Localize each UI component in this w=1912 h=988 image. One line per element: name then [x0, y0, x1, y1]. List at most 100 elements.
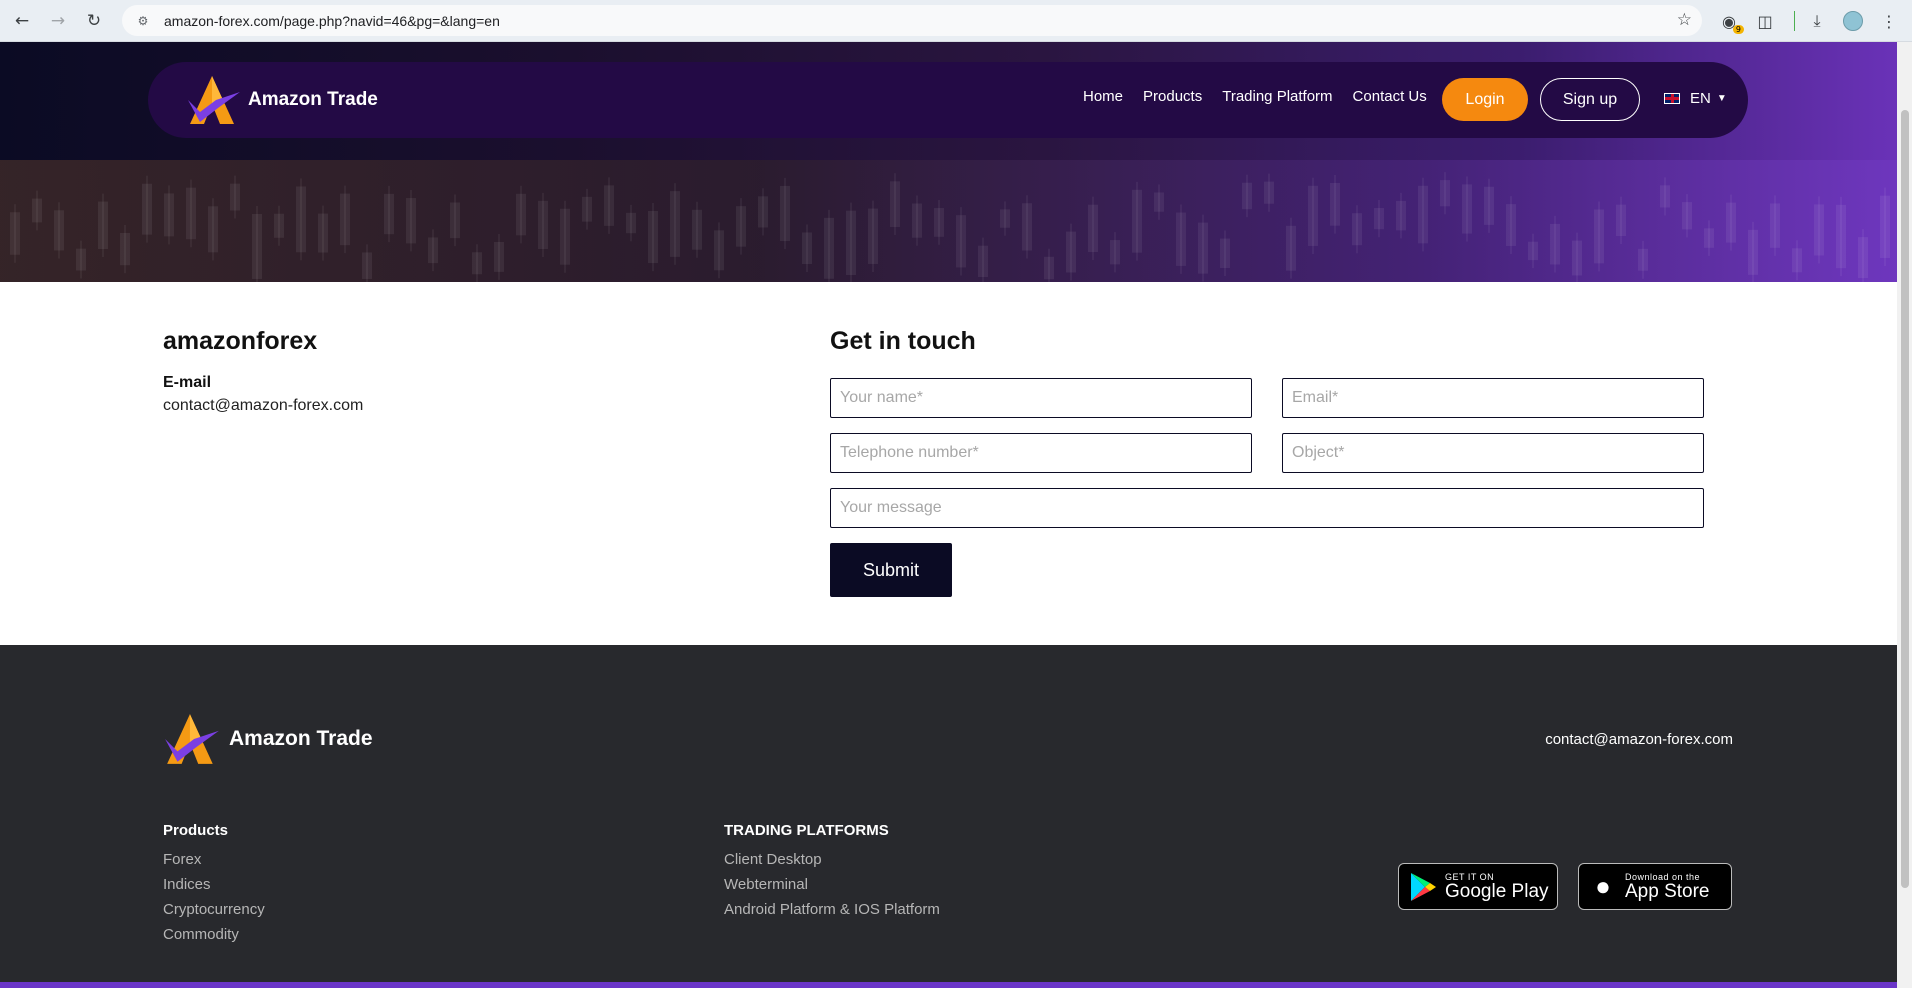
email-input[interactable]: [1282, 378, 1704, 418]
puzzle-extensions-icon[interactable]: ◫: [1752, 8, 1778, 34]
footer-link-cryptocurrency[interactable]: Cryptocurrency: [163, 901, 265, 918]
header-logo[interactable]: Amazon Trade: [186, 74, 378, 126]
logo-icon: [165, 714, 219, 764]
candle-body: [1484, 186, 1494, 225]
footer-link-webterminal[interactable]: Webterminal: [724, 876, 940, 893]
candle-body: [1264, 181, 1274, 204]
address-bar[interactable]: ⚙ amazon-forex.com/page.php?navid=46&pg=…: [122, 5, 1702, 36]
app-store-badge[interactable]: ● Download on the App Store: [1578, 863, 1732, 910]
candle-body: [164, 193, 174, 237]
uk-flag-icon: [1664, 93, 1680, 104]
candle-body: [1418, 185, 1428, 244]
url-text: amazon-forex.com/page.php?navid=46&pg=&l…: [164, 12, 500, 29]
forward-icon[interactable]: →: [44, 7, 72, 35]
profile-avatar[interactable]: [1840, 8, 1866, 34]
telephone-input[interactable]: [830, 433, 1252, 473]
name-input[interactable]: [830, 378, 1252, 418]
footer-link-android-ios[interactable]: Android Platform & IOS Platform: [724, 901, 940, 918]
web-page: Amazon Trade Home Products Trading Platf…: [0, 42, 1897, 988]
candlestick-background: [10, 172, 1890, 282]
scrollbar-thumb[interactable]: [1901, 110, 1909, 888]
bookmark-star-icon[interactable]: ☆: [1677, 10, 1692, 30]
candle-body: [1286, 225, 1296, 271]
candle-body: [230, 183, 240, 211]
candle-body: [10, 212, 20, 255]
candle-body: [1396, 200, 1406, 231]
candle-body: [1066, 231, 1076, 273]
candle-body: [1682, 202, 1692, 230]
nav-trading-platform[interactable]: Trading Platform: [1222, 88, 1332, 105]
candle-body: [1022, 203, 1032, 251]
candle-body: [582, 196, 592, 222]
candle-body: [802, 232, 812, 265]
candle-body: [1088, 204, 1098, 253]
footer-link-indices[interactable]: Indices: [163, 876, 265, 893]
signup-button[interactable]: Sign up: [1540, 78, 1640, 121]
candle-body: [54, 210, 64, 251]
candle-body: [1880, 195, 1890, 258]
footer-link-commodity[interactable]: Commodity: [163, 926, 265, 943]
candle-body: [450, 202, 460, 239]
candle-body: [296, 186, 306, 253]
toolbar-divider: [1794, 11, 1795, 31]
platforms-heading: TRADING PLATFORMS: [724, 822, 889, 839]
candle-body: [868, 208, 878, 264]
candle-body: [1550, 223, 1560, 265]
candle-body: [1330, 182, 1340, 226]
google-play-badge[interactable]: GET IT ON Google Play: [1398, 863, 1558, 910]
candle-body: [626, 212, 636, 234]
page-scrollbar[interactable]: [1897, 42, 1912, 988]
candle-body: [1440, 180, 1450, 207]
footer-link-client-desktop[interactable]: Client Desktop: [724, 851, 940, 868]
candle-body: [1748, 229, 1758, 275]
footer-logo[interactable]: Amazon Trade: [163, 711, 373, 767]
candle-body: [340, 193, 350, 246]
footer-link-forex[interactable]: Forex: [163, 851, 265, 868]
candle-body: [934, 208, 944, 237]
candle-body: [32, 198, 42, 223]
language-selector[interactable]: EN ▼: [1664, 90, 1727, 107]
candle-body: [1572, 240, 1582, 276]
login-button[interactable]: Login: [1442, 78, 1528, 121]
candle-body: [1352, 213, 1362, 246]
candle-body: [1374, 208, 1384, 230]
candle-body: [1110, 240, 1120, 265]
candle-body: [1814, 204, 1824, 256]
contact-info: amazonforex E-mail contact@amazon-forex.…: [163, 327, 363, 415]
nav-home[interactable]: Home: [1083, 88, 1123, 105]
language-code: EN: [1690, 90, 1711, 107]
candle-body: [186, 187, 196, 240]
extension-icon[interactable]: ◉ 9: [1716, 8, 1744, 34]
company-name: amazonforex: [163, 327, 318, 355]
candle-body: [1220, 238, 1230, 269]
candle-body: [538, 200, 548, 249]
footer-email[interactable]: contact@amazon-forex.com: [1545, 731, 1733, 748]
candle-body: [1836, 204, 1846, 269]
more-menu-icon[interactable]: ⋮: [1876, 8, 1902, 34]
google-play-big-text: Google Play: [1445, 880, 1549, 902]
nav-products[interactable]: Products: [1143, 88, 1202, 105]
reload-icon[interactable]: ↻: [80, 7, 108, 35]
contact-email[interactable]: contact@amazon-forex.com: [163, 397, 363, 415]
candle-body: [142, 183, 152, 235]
candle-body: [1132, 189, 1142, 253]
candle-body: [846, 210, 856, 276]
candle-body: [714, 230, 724, 271]
caret-down-icon: ▼: [1716, 93, 1727, 104]
download-icon[interactable]: ⤓: [1804, 8, 1830, 34]
candle-body: [494, 241, 504, 272]
candle-body: [1242, 182, 1252, 210]
candle-body: [1528, 241, 1538, 261]
google-play-icon: [1411, 872, 1436, 901]
candle-body: [1704, 228, 1714, 248]
object-input[interactable]: [1282, 433, 1704, 473]
back-icon[interactable]: ←: [8, 7, 36, 35]
submit-button[interactable]: Submit: [830, 543, 952, 597]
site-info-icon[interactable]: ⚙: [134, 12, 152, 30]
candle-body: [362, 252, 372, 279]
nav-contact-us[interactable]: Contact Us: [1353, 88, 1427, 105]
footer-platforms-column: TRADING PLATFORMS Client Desktop Webterm…: [724, 822, 940, 926]
message-input[interactable]: [830, 488, 1704, 528]
candle-body: [1462, 184, 1472, 234]
candle-body: [252, 213, 262, 279]
